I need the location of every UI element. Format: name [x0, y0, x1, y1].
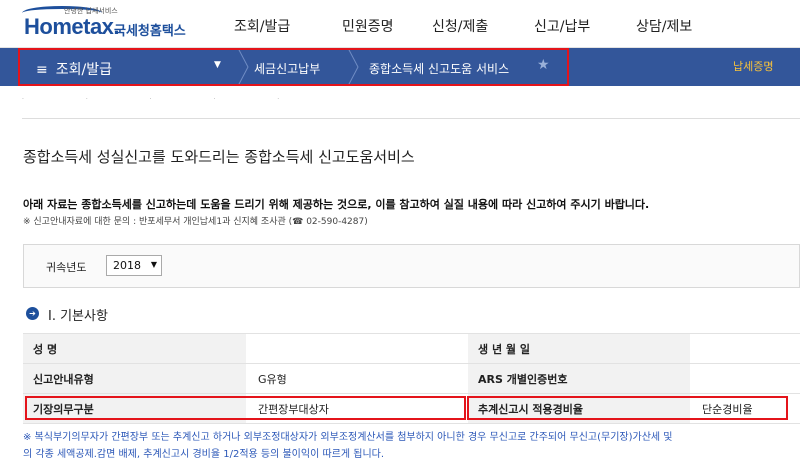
gnb-item-application[interactable]: 신청/제출 — [432, 16, 488, 36]
table-label-name: 성 명 — [23, 333, 246, 364]
bookkeeping-highlight-box — [25, 396, 466, 420]
breadcrumb-highlight-box — [18, 48, 569, 86]
table-value-notice-type: G유형 — [246, 363, 468, 394]
table-label-notice-type: 신고안내유형 — [23, 363, 246, 394]
gnb-item-consult[interactable]: 상담/제보 — [636, 16, 692, 36]
year-select-value: 2018 — [113, 259, 141, 272]
warning-note-line2: 의 각종 세액공제.감면 배제, 추계신고시 경비율 1/2적용 등의 불이익이… — [23, 449, 385, 460]
table-label-ars-number: ARS 개별인증번호 — [468, 363, 690, 394]
gnb-item-certificates[interactable]: 민원증명 — [342, 16, 394, 36]
hometax-logo[interactable]: 안녕한 납세서비스 Hometax. 국세청홈택스 — [22, 6, 197, 42]
dropdown-arrow-icon: ▼ — [150, 260, 157, 269]
table-value-birthdate — [690, 333, 800, 364]
table-label-birthdate: 생 년 월 일 — [468, 333, 690, 364]
intro-text: 아래 자료는 종합소득세를 신고하는데 도움을 드리기 위해 제공하는 것으로,… — [23, 198, 650, 211]
gnb-item-filing[interactable]: 신고/납부 — [534, 16, 590, 36]
divider — [22, 118, 800, 119]
section-title: Ⅰ. 기본사항 — [48, 309, 108, 324]
table-value-ars-number — [690, 363, 800, 394]
year-select[interactable]: 2018 ▼ — [106, 255, 162, 276]
logo-korean-name: 국세청홈택스 — [114, 24, 186, 39]
decorative-dots: · · · · · — [22, 96, 310, 103]
table-value-name — [246, 333, 468, 364]
page-title: 종합소득세 성실신고를 도와드리는 종합소득세 신고도움서비스 — [23, 148, 415, 166]
warning-note: ※ 복식부기의무자가 간편장부 또는 추계신고 하거나 외부조정대상자가 외부조… — [23, 429, 672, 463]
warning-note-line1: ※ 복식부기의무자가 간편장부 또는 추계신고 하거나 외부조정대상자가 외부조… — [23, 432, 673, 443]
contact-info: ※ 신고안내자료에 대한 문의 : 반포세무서 개인납세1과 신지혜 조사관 (… — [23, 217, 368, 227]
gnb-item-inquiry[interactable]: 조회/발급 — [234, 16, 290, 36]
table-row: 신고안내유형 G유형 ARS 개별인증번호 — [23, 363, 800, 394]
top-header: 안녕한 납세서비스 Hometax. 국세청홈택스 조회/발급 민원증명 신청/… — [0, 0, 800, 48]
logo-wordmark: Hometax. — [24, 14, 120, 39]
year-label: 귀속년도 — [46, 261, 87, 274]
table-row: 성 명 생 년 월 일 — [23, 333, 800, 364]
section-bullet-icon: ➔ — [26, 307, 39, 320]
top-right-link[interactable]: 납세증명 — [733, 58, 773, 74]
expense-rate-highlight-box — [467, 396, 788, 420]
